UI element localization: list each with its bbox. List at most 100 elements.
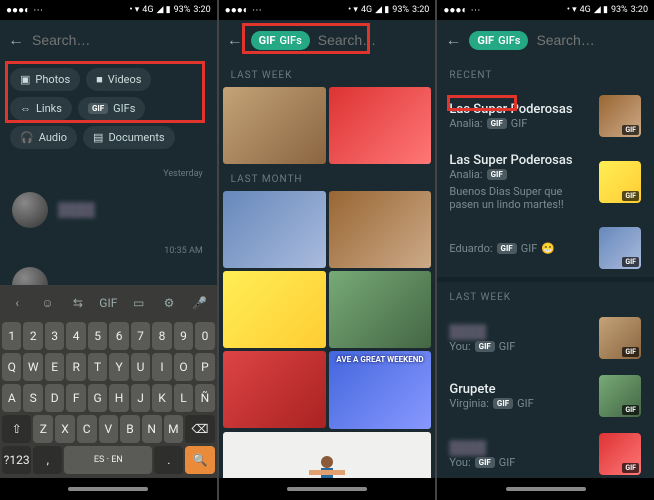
key-⌫[interactable]: ⌫ (185, 415, 215, 443)
key-5[interactable]: 5 (88, 322, 107, 350)
sender: You: (449, 340, 470, 353)
gif-thumbnail[interactable] (223, 87, 326, 164)
gif-thumbnail[interactable] (223, 432, 432, 479)
chat-title: Las Super Poderosas (449, 153, 588, 168)
key-0[interactable]: 0 (195, 322, 214, 350)
kb-row-3: ASDFGHJKLÑ (2, 384, 215, 412)
result-row[interactable]: Grupete Virginia: GIF GIF GIF (437, 367, 654, 425)
key-W[interactable]: W (23, 353, 42, 381)
key-7[interactable]: 7 (131, 322, 150, 350)
key-N[interactable]: N (142, 415, 162, 443)
chat-row[interactable] (0, 259, 217, 285)
gif-thumbnail[interactable] (223, 191, 326, 268)
result-row[interactable]: Las Super Poderosas Analia: GIF GIF GIF (437, 87, 654, 145)
gif-thumbnail[interactable]: GIF (599, 375, 641, 417)
key-Y[interactable]: Y (109, 353, 128, 381)
search-input[interactable] (318, 32, 436, 48)
keyboard[interactable]: ‹ ☺ ⇆ GIF ▭ ⚙ 🎤 1234567890 QWERTYUIOP AS… (0, 285, 217, 478)
key-3[interactable]: 3 (45, 322, 64, 350)
key-search[interactable]: 🔍 (185, 446, 214, 474)
key-M[interactable]: M (164, 415, 184, 443)
clipboard-icon[interactable]: ▭ (129, 293, 149, 313)
key-H[interactable]: H (109, 384, 128, 412)
chat-row[interactable]: ████ (0, 184, 217, 236)
chip-gifs[interactable]: GIFGIFs (78, 97, 145, 120)
chevron-icon[interactable]: ‹ (7, 293, 27, 313)
back-icon[interactable]: ← (445, 30, 461, 50)
gif-icon: GIF (88, 103, 108, 114)
back-icon[interactable]: ← (227, 30, 243, 50)
gif-thumbnail[interactable] (223, 271, 326, 348)
key-A[interactable]: A (2, 384, 21, 412)
key-K[interactable]: K (152, 384, 171, 412)
key-F[interactable]: F (66, 384, 85, 412)
key-space[interactable]: ES · EN (64, 446, 152, 474)
key-Q[interactable]: Q (2, 353, 21, 381)
chip-photos[interactable]: ▣Photos (10, 68, 80, 91)
result-row[interactable]: Eduardo: GIF GIF 😁 GIF (437, 219, 654, 277)
key-C[interactable]: C (77, 415, 97, 443)
date-yesterday: Yesterday (163, 169, 202, 179)
chip-audio[interactable]: 🎧Audio (10, 126, 77, 149)
timestamp: 10:35 AM (164, 246, 202, 256)
key-I[interactable]: I (152, 353, 171, 381)
key-P[interactable]: P (195, 353, 214, 381)
result-row[interactable]: Las Super Poderosas Analia: GIF Buenos D… (437, 145, 654, 219)
result-row[interactable]: ████ You: GIF GIF GIF (437, 425, 654, 478)
key-Ñ[interactable]: Ñ (195, 384, 214, 412)
key-9[interactable]: 9 (174, 322, 193, 350)
gif-thumbnail[interactable]: GIF (599, 227, 641, 269)
key-Z[interactable]: Z (33, 415, 53, 443)
gif-thumbnail[interactable]: GIF (599, 317, 641, 359)
gifs-filter-pill[interactable]: GIFGIFs (251, 31, 310, 50)
key-8[interactable]: 8 (152, 322, 171, 350)
mic-icon[interactable]: 🎤 (189, 293, 209, 313)
gif-thumbnail[interactable] (329, 191, 432, 268)
gif-thumbnail[interactable]: GIF (599, 161, 641, 203)
gif-thumbnail[interactable]: AVE A GREAT WEEKEND (329, 351, 432, 428)
key-2[interactable]: 2 (23, 322, 42, 350)
chip-links[interactable]: ⇔Links (10, 97, 72, 120)
translate-icon[interactable]: ⇆ (68, 293, 88, 313)
key-comma[interactable]: , (33, 446, 62, 474)
key-D[interactable]: D (45, 384, 64, 412)
key-G[interactable]: G (88, 384, 107, 412)
key-⇧[interactable]: ⇧ (2, 415, 32, 443)
gif-thumbnail[interactable] (223, 351, 326, 428)
gif-thumbnail[interactable] (329, 87, 432, 164)
search-input[interactable] (536, 32, 654, 48)
key-L[interactable]: L (174, 384, 193, 412)
sticker-icon[interactable]: ☺ (38, 293, 58, 313)
search-bar: ← (0, 20, 217, 60)
key-O[interactable]: O (174, 353, 193, 381)
key-T[interactable]: T (88, 353, 107, 381)
key-V[interactable]: V (99, 415, 119, 443)
filter-chips: ▣Photos ■Videos ⇔Links GIFGIFs 🎧Audio ▤D… (0, 60, 217, 157)
gifs-filter-pill[interactable]: GIFGIFs (469, 31, 528, 50)
gif-thumbnail[interactable]: GIF (599, 95, 641, 137)
key-1[interactable]: 1 (2, 322, 21, 350)
key-6[interactable]: 6 (109, 322, 128, 350)
key-J[interactable]: J (131, 384, 150, 412)
settings-icon[interactable]: ⚙ (159, 293, 179, 313)
search-input[interactable] (32, 32, 213, 48)
chip-videos[interactable]: ■Videos (86, 68, 151, 91)
key-E[interactable]: E (45, 353, 64, 381)
chat-list[interactable]: Yesterday ████ 10:35 AM 10:01 AM 😆 😂 (0, 157, 217, 285)
key-X[interactable]: X (55, 415, 75, 443)
key-4[interactable]: 4 (66, 322, 85, 350)
key-S[interactable]: S (23, 384, 42, 412)
key-U[interactable]: U (131, 353, 150, 381)
section-last-month: LAST MONTH (219, 164, 436, 191)
chat-title: Grupete (449, 382, 588, 397)
key-sym[interactable]: ?123 (2, 446, 31, 474)
result-row[interactable]: ████ You: GIF GIF GIF (437, 309, 654, 367)
back-icon[interactable]: ← (8, 30, 24, 50)
gif-thumbnail[interactable]: GIF (599, 433, 641, 475)
key-dot[interactable]: . (154, 446, 183, 474)
chip-documents[interactable]: ▤Documents (83, 126, 175, 149)
key-R[interactable]: R (66, 353, 85, 381)
gif-thumbnail[interactable] (329, 271, 432, 348)
gif-kb-icon[interactable]: GIF (98, 293, 118, 313)
key-B[interactable]: B (120, 415, 140, 443)
